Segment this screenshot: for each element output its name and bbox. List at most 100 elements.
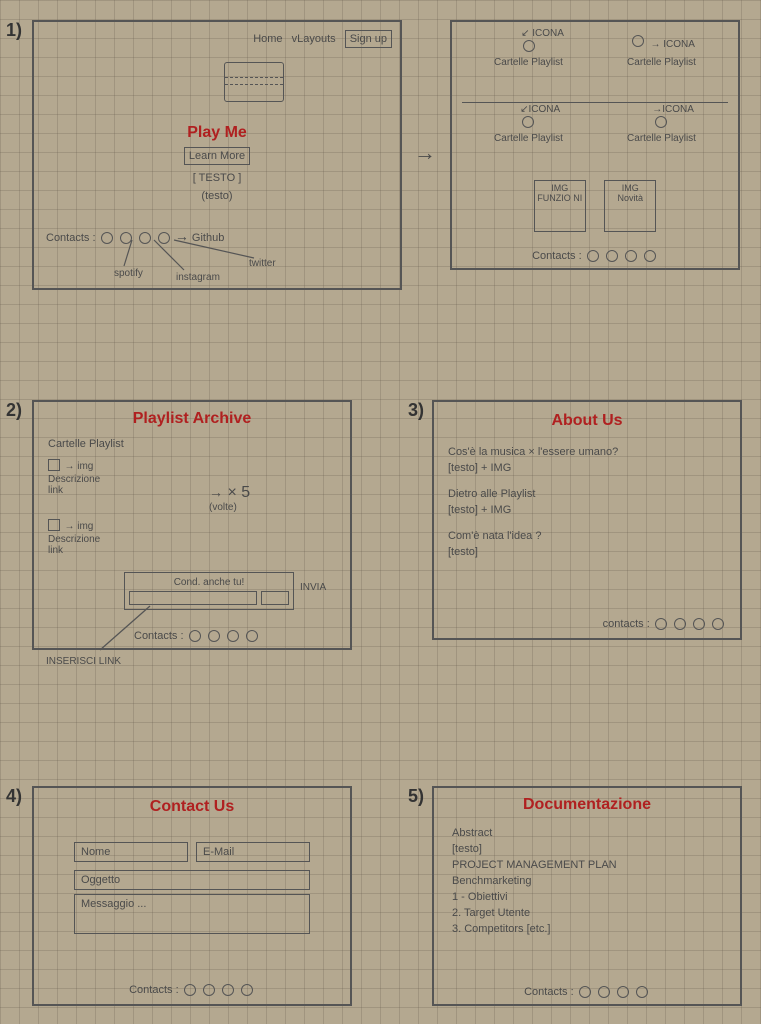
- social-icon[interactable]: [579, 986, 591, 998]
- card-playlist-label: Cartelle Playlist: [48, 438, 124, 450]
- hero-testo-upper: [ TESTO ]: [34, 172, 400, 184]
- share-title: Cond. anche tu!: [129, 577, 289, 588]
- panel-number-2: 2): [6, 400, 22, 421]
- img-hint: → img: [64, 521, 93, 532]
- panel-number-5: 5): [408, 786, 424, 807]
- img-hint: → img: [64, 461, 93, 472]
- playlist-item-thumb[interactable]: [48, 459, 60, 471]
- email-input[interactable]: E-Mail: [196, 842, 310, 862]
- img-card-funzioni[interactable]: IMG FUNZIO NI: [534, 180, 586, 232]
- doc-target: 2. Target Utente: [452, 906, 730, 922]
- folder-icon[interactable]: [523, 40, 535, 52]
- wireframe-contact: Contact Us Nome E-Mail Oggetto Messaggio…: [32, 786, 352, 1006]
- folder-playlist-label: Cartelle Playlist: [627, 57, 696, 68]
- img-label: IMG: [537, 183, 583, 193]
- panel-number-1: 1): [6, 20, 22, 41]
- wireframe-home-right: ↙ ICONA → ICONA Cartelle Playlist Cartel…: [450, 20, 740, 270]
- share-invia-label: INVIA: [300, 582, 326, 593]
- contacts-label: Contacts :: [532, 250, 582, 262]
- doc-obiettivi: 1 - Obiettivi: [452, 890, 730, 906]
- social-icon[interactable]: [644, 250, 656, 262]
- nav-home[interactable]: Home: [253, 33, 282, 45]
- share-link-input[interactable]: [129, 591, 257, 605]
- nome-input[interactable]: Nome: [74, 842, 188, 862]
- nav-signup-button[interactable]: Sign up: [345, 30, 392, 48]
- doc-abstract: Abstract: [452, 826, 730, 842]
- about-body2: [testo] + IMG: [448, 504, 730, 516]
- folder-icon[interactable]: [632, 35, 644, 47]
- arrow-between-icon: →: [414, 140, 436, 166]
- icona-label: ICONA: [662, 104, 694, 115]
- playlist-item-link[interactable]: link: [48, 485, 100, 496]
- hero-title: Play Me: [34, 124, 400, 142]
- wireframe-documentation: Documentazione Abstract [testo] PROJECT …: [432, 786, 742, 1006]
- learn-more-button[interactable]: Learn More: [184, 147, 250, 165]
- social-icon[interactable]: [655, 618, 667, 630]
- social-icon[interactable]: [208, 630, 220, 642]
- social-icon[interactable]: [598, 986, 610, 998]
- social-icon[interactable]: [184, 984, 196, 996]
- contact-title: Contact Us: [34, 798, 350, 816]
- panel-number-4: 4): [6, 786, 22, 807]
- about-title: About Us: [434, 412, 740, 430]
- social-icon[interactable]: [587, 250, 599, 262]
- social-icon[interactable]: [246, 630, 258, 642]
- connector-lines: [114, 240, 294, 276]
- about-body1: [testo] + IMG: [448, 462, 730, 474]
- wireframe-about: About Us Cos'è la musica × l'essere uman…: [432, 400, 742, 640]
- img-card-caption-novita: Novità: [607, 193, 653, 203]
- panel-number-3: 3): [408, 400, 424, 421]
- archive-title: Playlist Archive: [34, 410, 350, 428]
- social-icon[interactable]: [712, 618, 724, 630]
- arrow-icon: →: [209, 484, 223, 500]
- oggetto-input[interactable]: Oggetto: [74, 870, 310, 890]
- contacts-label: Contacts :: [129, 984, 179, 996]
- social-icon[interactable]: [227, 630, 239, 642]
- folder-icon[interactable]: [655, 116, 667, 128]
- messaggio-textarea[interactable]: Messaggio ...: [74, 894, 310, 934]
- playlist-item-thumb[interactable]: [48, 519, 60, 531]
- social-icon[interactable]: [606, 250, 618, 262]
- playlist-item-link[interactable]: link: [48, 545, 100, 556]
- social-icon[interactable]: [203, 984, 215, 996]
- img-card-caption-funzioni: FUNZIO NI: [537, 193, 583, 203]
- doc-benchmarking: Benchmarketing: [452, 874, 730, 890]
- folder-playlist-label: Cartelle Playlist: [494, 133, 563, 144]
- doc-testo: [testo]: [452, 842, 730, 858]
- img-card-novita[interactable]: IMG Novità: [604, 180, 656, 232]
- social-icon[interactable]: [693, 618, 705, 630]
- icona-label: ICONA: [528, 104, 560, 115]
- connector-line: [100, 606, 180, 656]
- playlist-item-desc: Descrizione: [48, 534, 100, 545]
- contacts-label: Contacts :: [524, 986, 574, 998]
- hero-image-placeholder: [224, 62, 284, 102]
- social-icon[interactable]: [241, 984, 253, 996]
- social-icon[interactable]: [189, 630, 201, 642]
- hero-testo-lower: (testo): [34, 190, 400, 202]
- img-label: IMG: [607, 183, 653, 193]
- doc-pmp: PROJECT MANAGEMENT PLAN: [452, 858, 730, 874]
- social-icon[interactable]: [617, 986, 629, 998]
- about-body3: [testo]: [448, 546, 730, 558]
- nav-layouts[interactable]: vLayouts: [292, 33, 336, 45]
- folder-playlist-label: Cartelle Playlist: [494, 57, 563, 68]
- share-submit-button[interactable]: [261, 591, 289, 605]
- contacts-label: Contacts :: [46, 232, 96, 244]
- folder-playlist-label: Cartelle Playlist: [627, 133, 696, 144]
- social-icon[interactable]: [674, 618, 686, 630]
- social-icon[interactable]: [222, 984, 234, 996]
- icona-label: ICONA: [663, 39, 695, 50]
- repeat-note: (volte): [209, 502, 250, 513]
- share-insert-link-label: INSERISCI LINK: [46, 656, 121, 667]
- repeat-x5: × 5: [227, 484, 250, 501]
- about-q2: Dietro alle Playlist: [448, 488, 730, 500]
- contacts-label: contacts :: [603, 618, 650, 630]
- social-icon[interactable]: [625, 250, 637, 262]
- social-icon[interactable]: [636, 986, 648, 998]
- about-q3: Com'è nata l'idea ?: [448, 530, 730, 542]
- social-spotify-icon[interactable]: [101, 232, 113, 244]
- wireframe-archive: Playlist Archive Cartelle Playlist → img…: [32, 400, 352, 650]
- folder-icon[interactable]: [522, 116, 534, 128]
- playlist-item-desc: Descrizione: [48, 474, 100, 485]
- doc-competitors: 3. Competitors [etc.]: [452, 922, 730, 938]
